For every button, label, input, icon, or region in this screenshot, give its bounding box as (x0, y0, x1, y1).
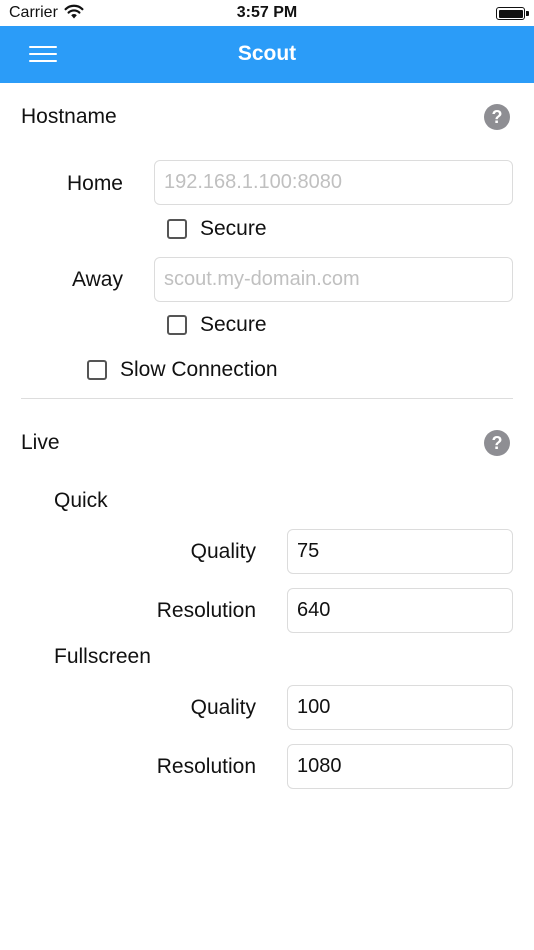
home-secure-label: Secure (200, 217, 267, 240)
away-host-input[interactable] (154, 257, 513, 302)
live-help-icon[interactable]: ? (484, 430, 510, 456)
section-divider (21, 398, 513, 399)
home-secure-checkbox-row[interactable]: Secure (167, 217, 267, 241)
clock-label: 3:57 PM (236, 4, 298, 21)
quick-quality-label: Quality (190, 540, 256, 563)
battery-icon (496, 7, 529, 20)
slow-connection-label: Slow Connection (120, 358, 278, 381)
fullscreen-resolution-input[interactable] (287, 744, 513, 789)
hostname-help-icon[interactable]: ? (484, 104, 510, 130)
fullscreen-subsection-label: Fullscreen (54, 645, 151, 668)
quick-quality-input[interactable] (287, 529, 513, 574)
status-bar: Carrier 3:57 PM (0, 0, 534, 26)
away-label: Away (72, 268, 123, 291)
page-title: Scout (237, 42, 297, 65)
quick-resolution-label: Resolution (156, 599, 256, 622)
live-section-title: Live (21, 431, 60, 454)
hostname-section-title: Hostname (21, 105, 117, 128)
away-secure-checkbox-row[interactable]: Secure (167, 313, 267, 337)
navigation-bar: Scout (0, 26, 534, 83)
fullscreen-quality-input[interactable] (287, 685, 513, 730)
fullscreen-quality-label: Quality (190, 696, 256, 719)
slow-connection-checkbox[interactable] (87, 360, 107, 380)
quick-resolution-input[interactable] (287, 588, 513, 633)
quick-subsection-label: Quick (54, 489, 108, 512)
away-secure-label: Secure (200, 313, 267, 336)
away-secure-checkbox[interactable] (167, 315, 187, 335)
home-host-input[interactable] (154, 160, 513, 205)
slow-connection-checkbox-row[interactable]: Slow Connection (87, 358, 278, 382)
home-label: Home (66, 172, 123, 195)
home-secure-checkbox[interactable] (167, 219, 187, 239)
fullscreen-resolution-label: Resolution (156, 755, 256, 778)
